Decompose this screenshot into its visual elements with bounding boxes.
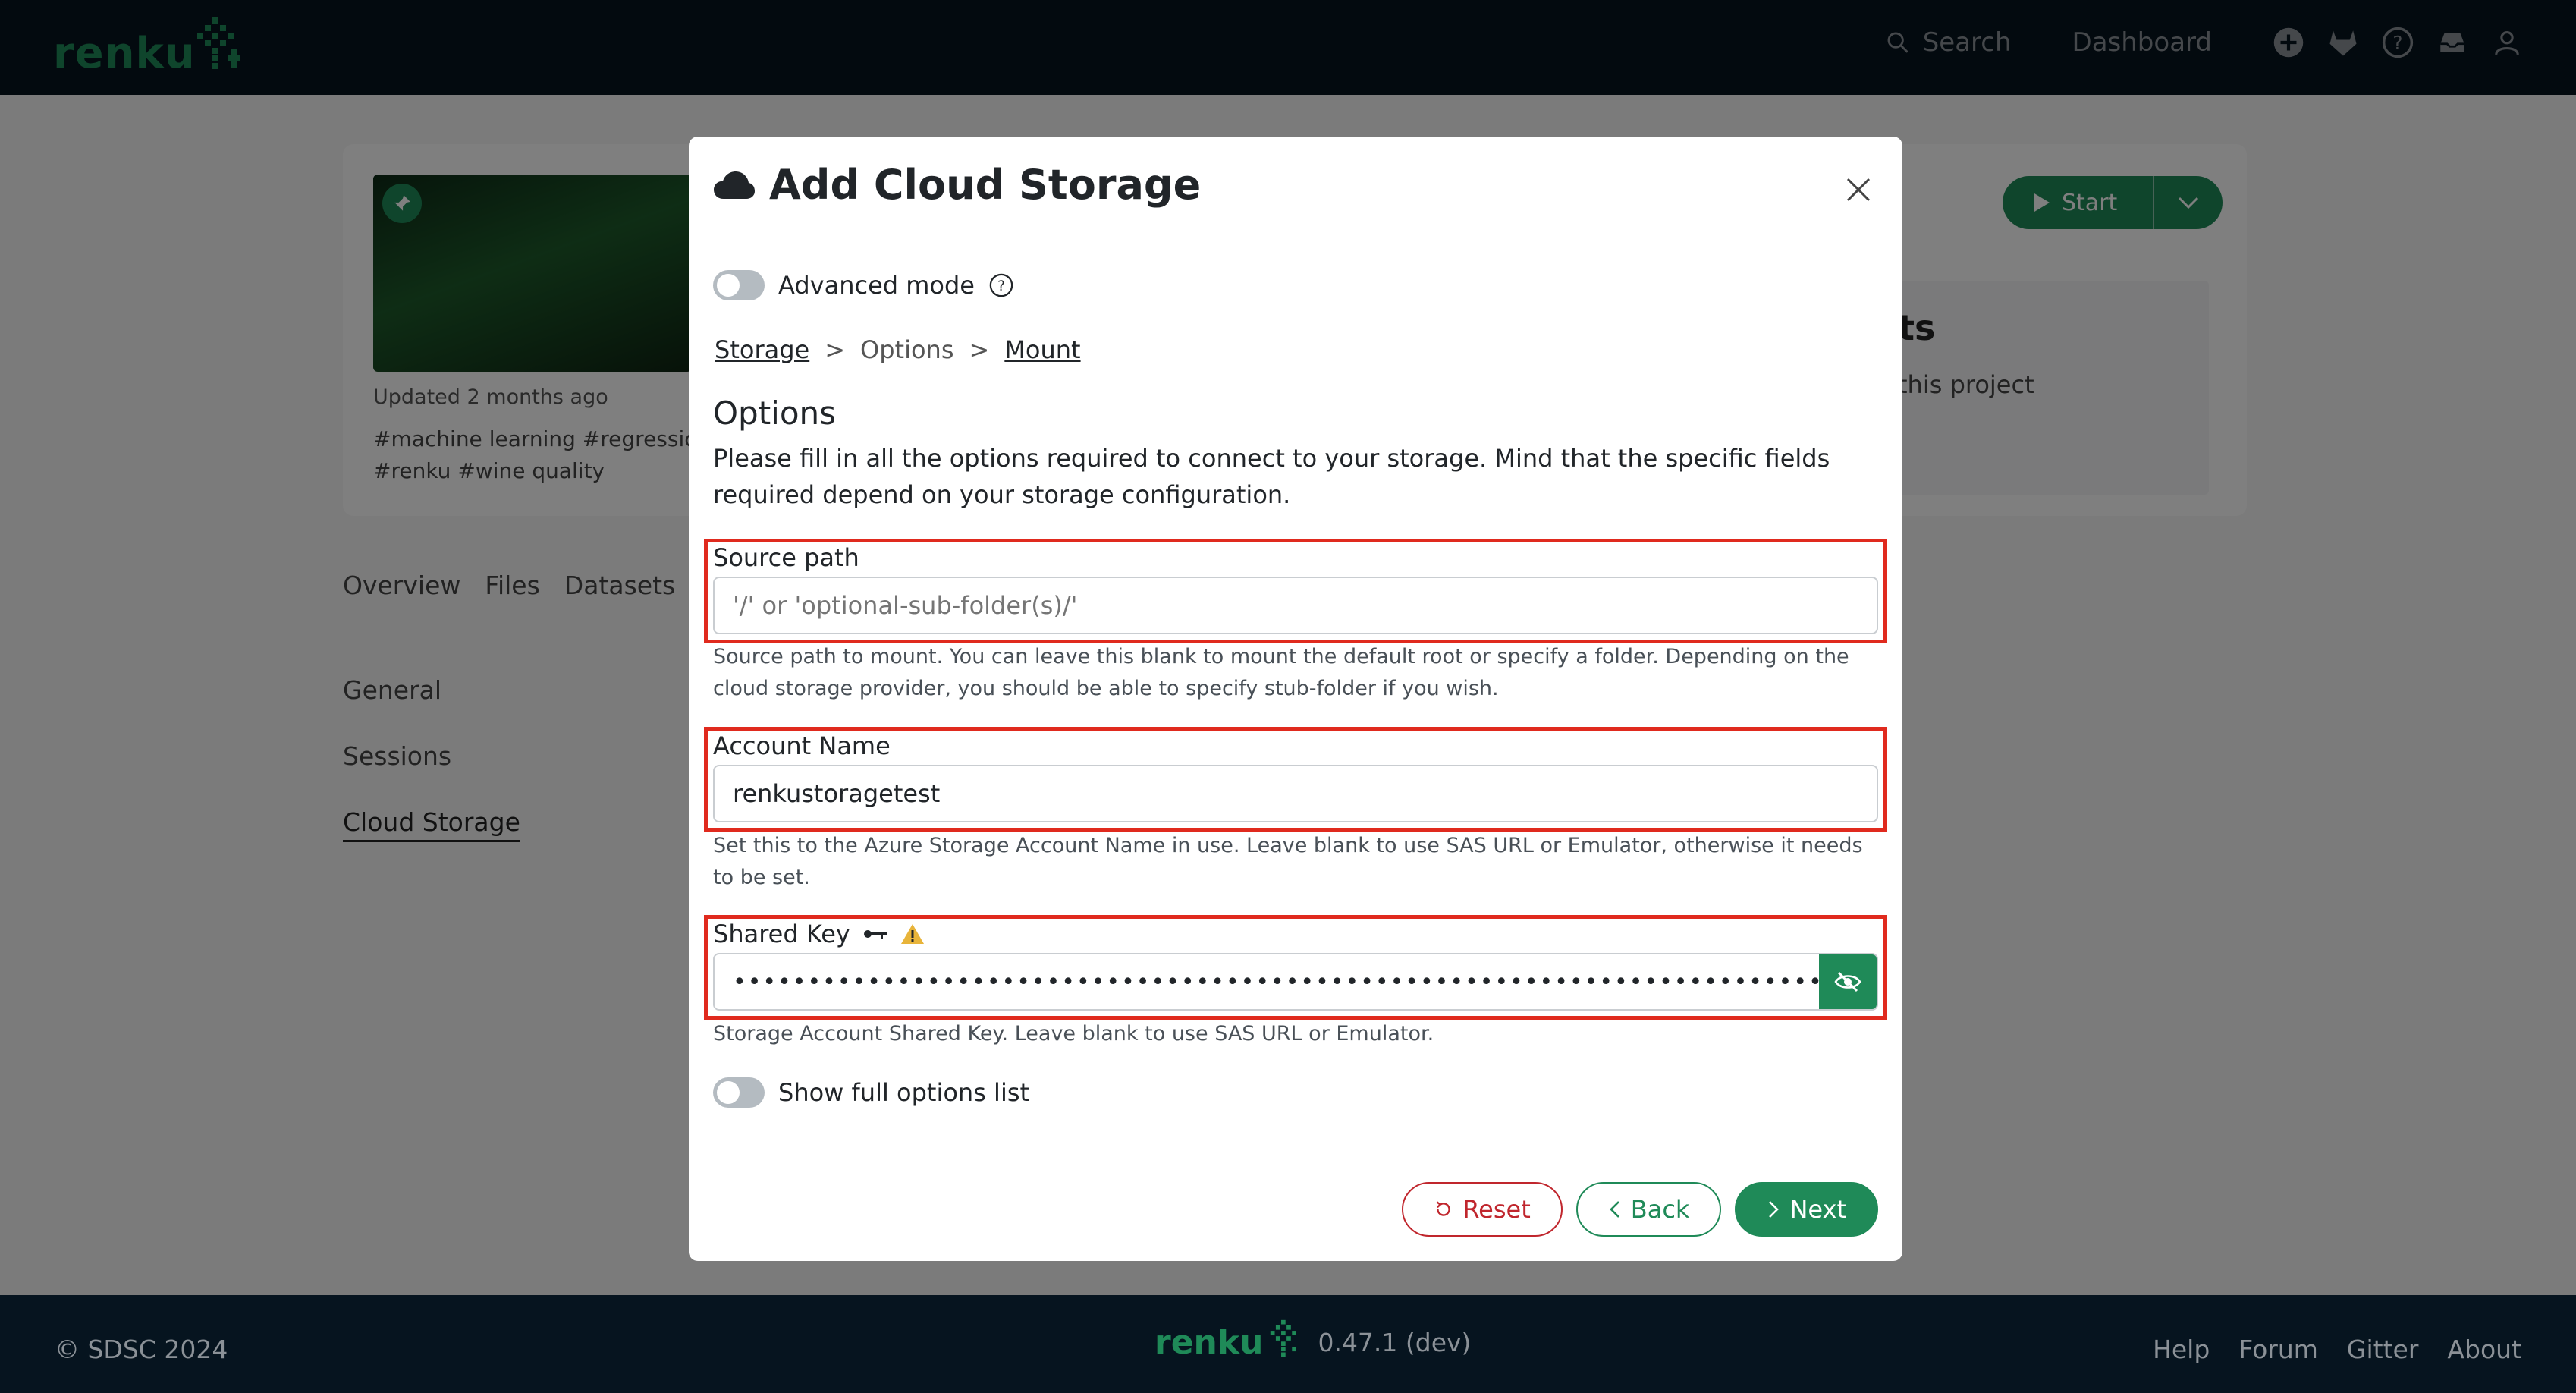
close-button[interactable]: [1842, 173, 1875, 206]
shared-key-help: Storage Account Shared Key. Leave blank …: [713, 1022, 1434, 1046]
account-name-input[interactable]: [713, 765, 1878, 822]
source-path-input[interactable]: [713, 577, 1878, 634]
advanced-mode-label: Advanced mode: [778, 271, 975, 300]
footer-link-help[interactable]: Help: [2153, 1335, 2210, 1364]
footer-link-forum[interactable]: Forum: [2238, 1335, 2318, 1364]
eye-slash-icon: [1834, 971, 1861, 992]
footer-copyright: © SDSC 2024: [55, 1335, 228, 1364]
modal-title: Add Cloud Storage: [769, 161, 1202, 209]
options-heading: Options: [713, 395, 837, 432]
breadcrumb-storage[interactable]: Storage: [715, 335, 809, 364]
toggle-visibility-button[interactable]: [1819, 954, 1877, 1009]
reset-button[interactable]: Reset: [1402, 1182, 1563, 1237]
footer-link-about[interactable]: About: [2447, 1335, 2521, 1364]
account-name-help: Set this to the Azure Storage Account Na…: [713, 834, 1863, 889]
next-label: Next: [1789, 1195, 1846, 1224]
shared-key-input[interactable]: ••••••••••••••••••••••••••••••••••••••••…: [715, 954, 1819, 1009]
source-path-label: Source path: [713, 543, 859, 572]
footer-links: Help Forum Gitter About: [2153, 1335, 2521, 1364]
reset-icon: [1436, 1201, 1451, 1216]
breadcrumb-mount[interactable]: Mount: [1004, 335, 1080, 364]
warning-icon: [900, 924, 924, 944]
shared-key-label-text: Shared Key: [713, 920, 850, 948]
back-button[interactable]: Back: [1575, 1182, 1722, 1237]
breadcrumb-separator: >: [825, 335, 846, 364]
source-path-help: Source path to mount. You can leave this…: [713, 645, 1849, 700]
show-full-options-label: Show full options list: [778, 1078, 1030, 1107]
close-icon: [1846, 178, 1871, 202]
show-full-options-toggle[interactable]: [713, 1077, 765, 1108]
add-cloud-storage-modal: Add Cloud Storage Advanced mode ? Storag…: [689, 137, 1902, 1261]
reset-label: Reset: [1462, 1195, 1531, 1224]
chevron-left-icon: [1609, 1201, 1619, 1218]
renku-tree-icon: [1271, 1319, 1297, 1357]
modal-header: Add Cloud Storage: [713, 161, 1201, 209]
breadcrumb-options: Options: [860, 335, 954, 364]
cloud-icon: [714, 171, 755, 199]
question-circle-icon[interactable]: ?: [988, 272, 1014, 298]
next-button[interactable]: Next: [1735, 1182, 1878, 1237]
footer-link-gitter[interactable]: Gitter: [2347, 1335, 2419, 1364]
breadcrumb-separator: >: [969, 335, 990, 364]
show-full-options-row: Show full options list: [713, 1077, 1029, 1108]
advanced-mode-toggle[interactable]: [713, 270, 765, 300]
source-path-label-text: Source path: [713, 543, 859, 572]
breadcrumb: Storage > Options > Mount: [715, 335, 1081, 364]
shared-key-label: Shared Key: [713, 920, 925, 948]
svg-text:?: ?: [997, 278, 1005, 294]
account-name-label-text: Account Name: [713, 731, 891, 760]
account-name-label: Account Name: [713, 731, 891, 760]
advanced-mode-row: Advanced mode ?: [713, 270, 1014, 300]
options-description: Please fill in all the options required …: [713, 444, 1830, 509]
back-label: Back: [1630, 1195, 1690, 1224]
chevron-right-icon: [1769, 1201, 1780, 1218]
footer-logo-text: renku: [1154, 1322, 1264, 1362]
key-icon: [863, 930, 887, 939]
shared-key-field: ••••••••••••••••••••••••••••••••••••••••…: [713, 953, 1878, 1011]
page-footer: © SDSC 2024 renku 0.47.1 (dev) Help Foru…: [0, 1295, 2576, 1393]
modal-footer-buttons: Reset Back Next: [1402, 1182, 1878, 1237]
footer-version: 0.47.1 (dev): [1318, 1327, 1472, 1357]
footer-branding: renku 0.47.1 (dev): [1154, 1318, 1471, 1366]
